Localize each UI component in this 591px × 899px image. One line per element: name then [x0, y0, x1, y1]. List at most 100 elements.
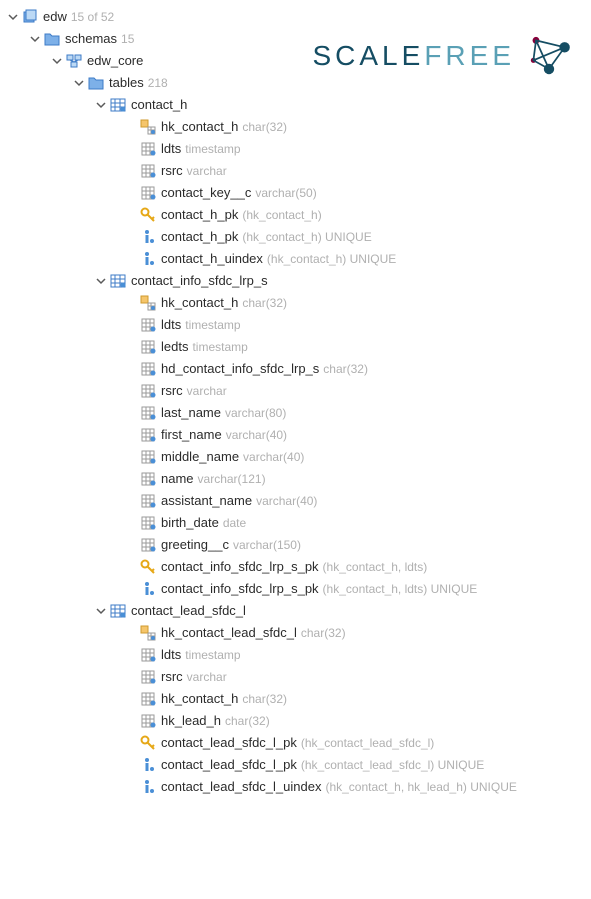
tree-node-column[interactable]: hk_contact_hchar(32) [0, 688, 591, 710]
tree-node-table[interactable]: contact_h [0, 94, 591, 116]
column-icon [140, 493, 156, 509]
column-type: (hk_contact_h) UNIQUE [267, 249, 396, 269]
tree-node-database[interactable]: edw15 of 52 [0, 6, 591, 28]
column-name: ldts [161, 139, 181, 159]
tree-node-column[interactable]: rsrcvarchar [0, 380, 591, 402]
tree-node-column[interactable]: ledtstimestamp [0, 336, 591, 358]
tree-node-column[interactable]: contact_h_pk(hk_contact_h) UNIQUE [0, 226, 591, 248]
column-type: char(32) [242, 293, 287, 313]
tree-node-table[interactable]: contact_lead_sfdc_l [0, 600, 591, 622]
column-name: hk_contact_lead_sfdc_l [161, 623, 297, 643]
tree-node-column[interactable]: ldtstimestamp [0, 314, 591, 336]
chevron-down-icon[interactable] [72, 76, 86, 90]
column-name: contact_info_sfdc_lrp_s_pk [161, 579, 319, 599]
tree-node-column[interactable]: birth_datedate [0, 512, 591, 534]
column-name: middle_name [161, 447, 239, 467]
column-name: greeting__c [161, 535, 229, 555]
column-icon [140, 317, 156, 333]
tree-node-column[interactable]: contact_lead_sfdc_l_pk(hk_contact_lead_s… [0, 754, 591, 776]
column-type: timestamp [185, 315, 240, 335]
tree-node-column[interactable]: contact_h_uindex(hk_contact_h) UNIQUE [0, 248, 591, 270]
column-icon [140, 383, 156, 399]
column-type: timestamp [192, 337, 247, 357]
column-type: varchar [187, 161, 227, 181]
chevron-down-icon[interactable] [6, 10, 20, 24]
column-type: varchar(40) [243, 447, 304, 467]
column-icon [140, 537, 156, 553]
column-name: ldts [161, 645, 181, 665]
index-icon [140, 779, 156, 795]
tree-node-column[interactable]: contact_lead_sfdc_l_uindex(hk_contact_h,… [0, 776, 591, 798]
chevron-down-icon[interactable] [94, 98, 108, 112]
column-icon [140, 405, 156, 421]
column-type: (hk_contact_h) [242, 205, 321, 225]
index-icon [140, 251, 156, 267]
column-type: (hk_contact_lead_sfdc_l) UNIQUE [301, 755, 484, 775]
tree-node-table[interactable]: contact_info_sfdc_lrp_s [0, 270, 591, 292]
tree-node-column[interactable]: ldtstimestamp [0, 644, 591, 666]
column-name: contact_h_pk [161, 205, 238, 225]
tree-node-column[interactable]: hk_lead_hchar(32) [0, 710, 591, 732]
column-type: char(32) [242, 689, 287, 709]
folder-icon [44, 31, 60, 47]
column-icon [140, 163, 156, 179]
column-icon [140, 713, 156, 729]
column-type: timestamp [185, 645, 240, 665]
tree-label: tables [109, 73, 144, 93]
column-type: varchar(150) [233, 535, 301, 555]
tree-node-column[interactable]: first_namevarchar(40) [0, 424, 591, 446]
column-name: name [161, 469, 194, 489]
tree-node-column[interactable]: hk_contact_hchar(32) [0, 292, 591, 314]
column-type: timestamp [185, 139, 240, 159]
tree-node-column[interactable]: hd_contact_info_sfdc_lrp_schar(32) [0, 358, 591, 380]
tree-node-column[interactable]: rsrcvarchar [0, 666, 591, 688]
table-icon [110, 603, 126, 619]
tree-node-column[interactable]: hk_contact_lead_sfdc_lchar(32) [0, 622, 591, 644]
chevron-down-icon[interactable] [50, 54, 64, 68]
tree-node-column[interactable]: hk_contact_hchar(32) [0, 116, 591, 138]
column-name: hk_contact_h [161, 689, 238, 709]
column-name: hd_contact_info_sfdc_lrp_s [161, 359, 319, 379]
column-name: hk_lead_h [161, 711, 221, 731]
column-icon [140, 427, 156, 443]
chevron-down-icon[interactable] [28, 32, 42, 46]
column-type: (hk_contact_h, ldts) UNIQUE [323, 579, 478, 599]
tree-node-column[interactable]: middle_namevarchar(40) [0, 446, 591, 468]
tree-label: schemas [65, 29, 117, 49]
tree-node-column[interactable]: contact_info_sfdc_lrp_s_pk(hk_contact_h,… [0, 556, 591, 578]
chevron-down-icon[interactable] [94, 274, 108, 288]
tree-label: contact_info_sfdc_lrp_s [131, 271, 268, 291]
column-type: varchar [187, 381, 227, 401]
tree-node-column[interactable]: contact_lead_sfdc_l_pk(hk_contact_lead_s… [0, 732, 591, 754]
column-type: char(32) [323, 359, 368, 379]
column-icon [140, 361, 156, 377]
column-icon [140, 185, 156, 201]
tree-node-column[interactable]: contact_key__cvarchar(50) [0, 182, 591, 204]
tree-node-column[interactable]: contact_h_pk(hk_contact_h) [0, 204, 591, 226]
column-name: ldts [161, 315, 181, 335]
column-type: varchar(80) [225, 403, 286, 423]
tree-node-column[interactable]: last_namevarchar(80) [0, 402, 591, 424]
tree-node-column[interactable]: contact_info_sfdc_lrp_s_pk(hk_contact_h,… [0, 578, 591, 600]
tree-node-column[interactable]: assistant_namevarchar(40) [0, 490, 591, 512]
foreign-key-column-icon [140, 625, 156, 641]
column-type: (hk_contact_h, hk_lead_h) UNIQUE [325, 777, 516, 797]
foreign-key-column-icon [140, 119, 156, 135]
tree-node-column[interactable]: namevarchar(121) [0, 468, 591, 490]
column-icon [140, 339, 156, 355]
column-name: assistant_name [161, 491, 252, 511]
index-icon [140, 757, 156, 773]
tree-node-column[interactable]: ldtstimestamp [0, 138, 591, 160]
column-icon [140, 691, 156, 707]
column-type: char(32) [242, 117, 287, 137]
tree-node-column[interactable]: greeting__cvarchar(150) [0, 534, 591, 556]
chevron-down-icon[interactable] [94, 604, 108, 618]
column-type: varchar(40) [256, 491, 317, 511]
tree-node-column[interactable]: rsrcvarchar [0, 160, 591, 182]
primary-key-icon [140, 559, 156, 575]
column-name: contact_key__c [161, 183, 251, 203]
column-type: date [223, 513, 246, 533]
tree-meta: 15 of 52 [71, 7, 114, 27]
column-type: varchar [187, 667, 227, 687]
column-name: rsrc [161, 161, 183, 181]
